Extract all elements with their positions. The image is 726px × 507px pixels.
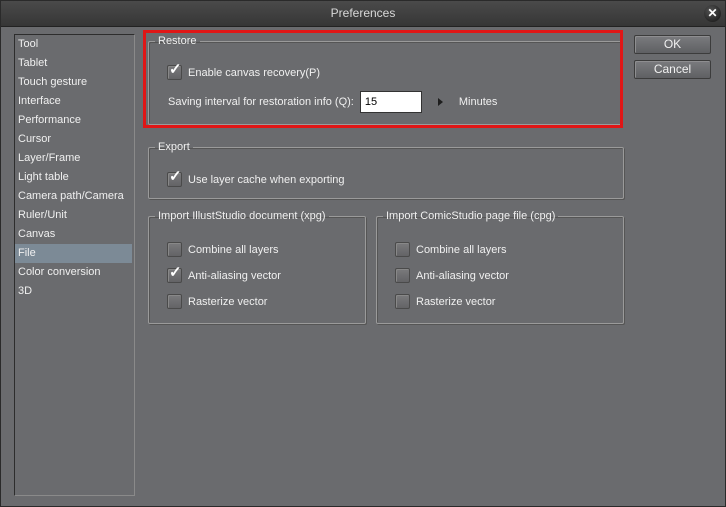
dialog-body: Tool Tablet Touch gesture Interface Perf… bbox=[3, 27, 723, 506]
spin-arrow-icon[interactable] bbox=[437, 98, 443, 106]
sidebar-item-canvas[interactable]: Canvas bbox=[15, 225, 134, 244]
comic-antialias-label: Anti-aliasing vector bbox=[416, 269, 509, 282]
illust-antialias-checkbox[interactable]: ✓ bbox=[167, 264, 182, 283]
sidebar-item-tool[interactable]: Tool bbox=[15, 35, 134, 54]
checkmark-icon: ✓ bbox=[169, 168, 182, 185]
interval-unit: Minutes bbox=[458, 96, 498, 108]
sidebar-item-file[interactable]: File bbox=[15, 244, 132, 263]
export-group: Export bbox=[148, 141, 624, 199]
comic-combine-row: Combine all layers bbox=[395, 242, 506, 257]
layer-cache-checkbox[interactable]: ✓ bbox=[167, 168, 182, 187]
cancel-button[interactable]: Cancel bbox=[634, 60, 711, 79]
title-bar[interactable]: Preferences ✕ bbox=[1, 1, 725, 27]
import-illuststudio-legend: Import IllustStudio document (xpg) bbox=[158, 210, 326, 222]
comic-combine-label: Combine all layers bbox=[416, 243, 507, 256]
export-legend: Export bbox=[158, 141, 190, 153]
sidebar-item-color-conversion[interactable]: Color conversion bbox=[15, 263, 134, 282]
restore-legend: Restore bbox=[158, 35, 197, 47]
checkmark-icon: ✓ bbox=[169, 61, 182, 78]
illust-rasterize-label: Rasterize vector bbox=[188, 295, 268, 308]
sidebar-item-touch-gesture[interactable]: Touch gesture bbox=[15, 73, 134, 92]
sidebar-item-cursor[interactable]: Cursor bbox=[15, 130, 134, 149]
interval-row: Saving interval for restoration info (Q)… bbox=[168, 91, 497, 113]
illust-antialias-label: Anti-aliasing vector bbox=[188, 269, 281, 282]
illust-combine-checkbox[interactable] bbox=[167, 242, 182, 257]
enable-recovery-checkbox[interactable]: ✓ bbox=[167, 61, 182, 80]
interval-label: Saving interval for restoration info (Q)… bbox=[168, 96, 354, 108]
enable-recovery-label: Enable canvas recovery(P) bbox=[188, 66, 321, 79]
layer-cache-label: Use layer cache when exporting bbox=[188, 173, 345, 186]
enable-recovery-row: ✓ Enable canvas recovery(P) bbox=[167, 61, 321, 80]
illust-combine-label: Combine all layers bbox=[188, 243, 279, 256]
comic-rasterize-row: Rasterize vector bbox=[395, 294, 495, 309]
preferences-dialog: Preferences ✕ Tool Tablet Touch gesture … bbox=[0, 0, 726, 507]
illust-rasterize-checkbox[interactable] bbox=[167, 294, 182, 309]
checkmark-icon: ✓ bbox=[169, 264, 182, 281]
interval-input[interactable] bbox=[359, 91, 422, 113]
comic-rasterize-label: Rasterize vector bbox=[416, 295, 496, 308]
sidebar-item-camera-path[interactable]: Camera path/Camera bbox=[15, 187, 134, 206]
layer-cache-row: ✓ Use layer cache when exporting bbox=[167, 168, 345, 187]
dialog-title: Preferences bbox=[330, 6, 396, 20]
sidebar-item-ruler-unit[interactable]: Ruler/Unit bbox=[15, 206, 134, 225]
category-list[interactable]: Tool Tablet Touch gesture Interface Perf… bbox=[14, 34, 135, 496]
sidebar-item-3d[interactable]: 3D bbox=[15, 282, 134, 301]
comic-rasterize-checkbox[interactable] bbox=[395, 294, 410, 309]
illust-antialias-row: ✓ Anti-aliasing vector bbox=[167, 264, 281, 283]
import-comicstudio-legend: Import ComicStudio page file (cpg) bbox=[386, 210, 556, 222]
sidebar-item-performance[interactable]: Performance bbox=[15, 111, 134, 130]
illust-combine-row: Combine all layers bbox=[167, 242, 278, 257]
illust-rasterize-row: Rasterize vector bbox=[167, 294, 267, 309]
comic-antialias-checkbox[interactable] bbox=[395, 268, 410, 283]
close-icon: ✕ bbox=[707, 6, 718, 20]
close-button[interactable]: ✕ bbox=[704, 5, 721, 22]
sidebar-item-layer-frame[interactable]: Layer/Frame bbox=[15, 149, 134, 168]
sidebar-item-tablet[interactable]: Tablet bbox=[15, 54, 134, 73]
comic-combine-checkbox[interactable] bbox=[395, 242, 410, 257]
ok-button[interactable]: OK bbox=[634, 35, 711, 54]
sidebar-item-light-table[interactable]: Light table bbox=[15, 168, 134, 187]
comic-antialias-row: Anti-aliasing vector bbox=[395, 268, 509, 283]
sidebar-item-interface[interactable]: Interface bbox=[15, 92, 134, 111]
